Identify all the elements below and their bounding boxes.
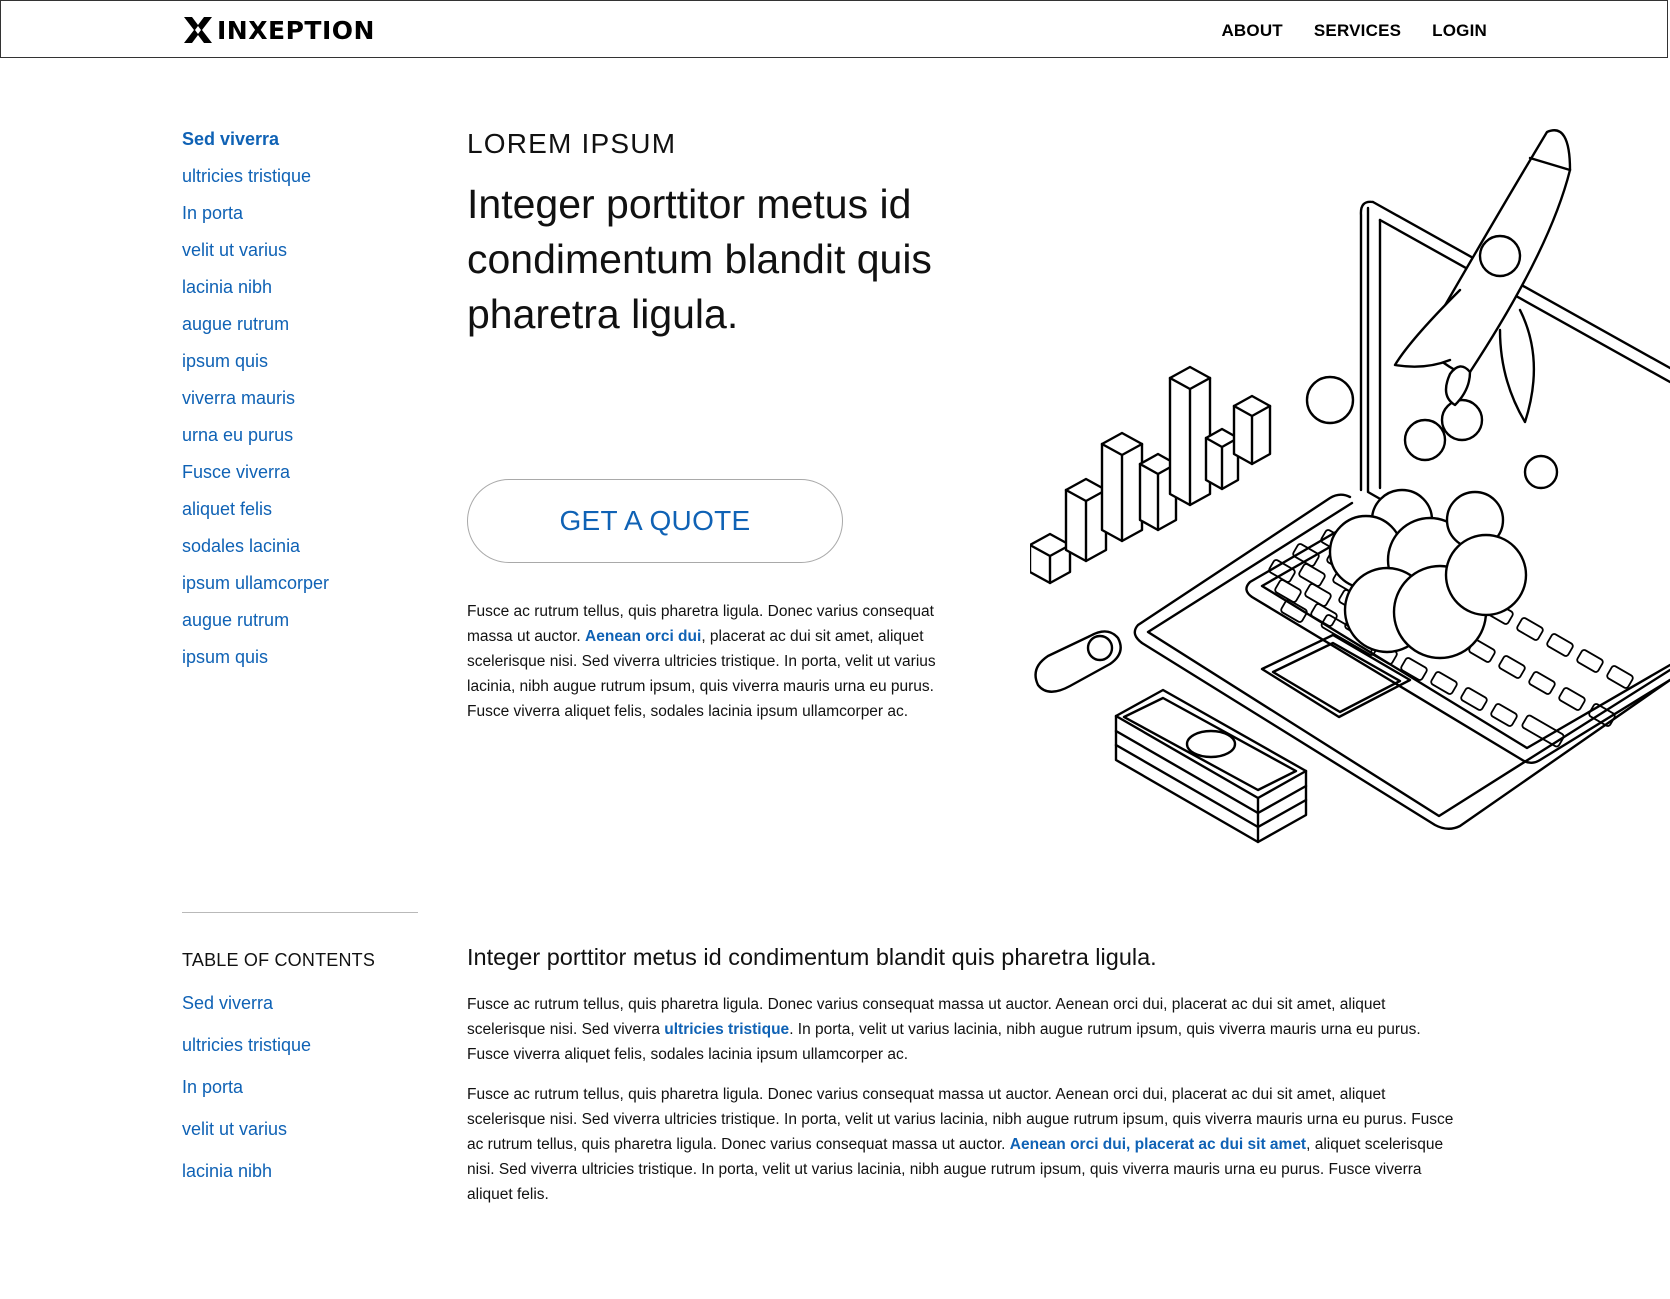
sidebar-link[interactable]: ipsum ullamcorper [182,570,412,607]
x-logo-icon [184,17,212,43]
toc-heading: TABLE OF CONTENTS [182,950,376,970]
hero-title: Integer porttitor metus id condimentum b… [467,181,932,337]
sidebar-link[interactable]: Sed viverra [182,126,412,163]
laptop-rocket-chart-illustration [1030,129,1670,844]
sidebar-link[interactable]: lacinia nibh [182,274,412,311]
toc-link[interactable]: In porta [182,1074,412,1116]
top-navigation-bar: INXEPTION ABOUT SERVICES LOGIN [0,0,1668,58]
table-of-contents: Sed viverra ultricies tristique In porta… [182,990,412,1200]
article-paragraph-link[interactable]: Aenean orci dui, placerat ac dui sit ame… [1010,1136,1306,1153]
article-paragraph-link[interactable]: ultricies tristique [664,1021,789,1038]
sidebar-link[interactable]: ipsum quis [182,644,412,681]
article-paragraph: Fusce ac rutrum tellus, quis pharetra li… [467,992,1467,1067]
sidebar-link[interactable]: aliquet felis [182,496,412,533]
sidebar-divider [182,912,418,913]
sidebar-link[interactable]: urna eu purus [182,422,412,459]
toc-link[interactable]: velit ut varius [182,1116,412,1158]
sidebar-link[interactable]: augue rutrum [182,311,412,348]
sidebar-link[interactable]: ipsum quis [182,348,412,385]
brand-logo[interactable]: INXEPTION [183,15,375,45]
article-title: Integer porttitor metus id condimentum b… [467,944,1157,970]
hero-paragraph-link[interactable]: Aenean orci dui [585,628,701,645]
toc-link[interactable]: ultricies tristique [182,1032,412,1074]
hero-eyebrow: LOREM IPSUM [467,128,677,159]
sidebar-link[interactable]: sodales lacinia [182,533,412,570]
toc-link[interactable]: Sed viverra [182,990,412,1032]
sidebar-section-links: Sed viverra ultricies tristique In porta… [182,126,412,681]
sidebar-link[interactable]: Fusce viverra [182,459,412,496]
hero-paragraph: Fusce ac rutrum tellus, quis pharetra li… [467,599,957,724]
main-nav: ABOUT SERVICES LOGIN [1221,21,1487,41]
nav-services-link[interactable]: SERVICES [1314,21,1401,41]
article-paragraph: Fusce ac rutrum tellus, quis pharetra li… [467,1082,1467,1207]
sidebar-link[interactable]: velit ut varius [182,237,412,274]
sidebar-link[interactable]: ultricies tristique [182,163,412,200]
nav-login-link[interactable]: LOGIN [1432,21,1487,41]
toc-link[interactable]: lacinia nibh [182,1158,412,1200]
sidebar-link[interactable]: augue rutrum [182,607,412,644]
sidebar-link[interactable]: In porta [182,200,412,237]
get-a-quote-button[interactable]: GET A QUOTE [467,479,843,563]
sidebar-link[interactable]: viverra mauris [182,385,412,422]
nav-about-link[interactable]: ABOUT [1221,21,1282,41]
brand-name: INXEPTION [217,15,375,45]
